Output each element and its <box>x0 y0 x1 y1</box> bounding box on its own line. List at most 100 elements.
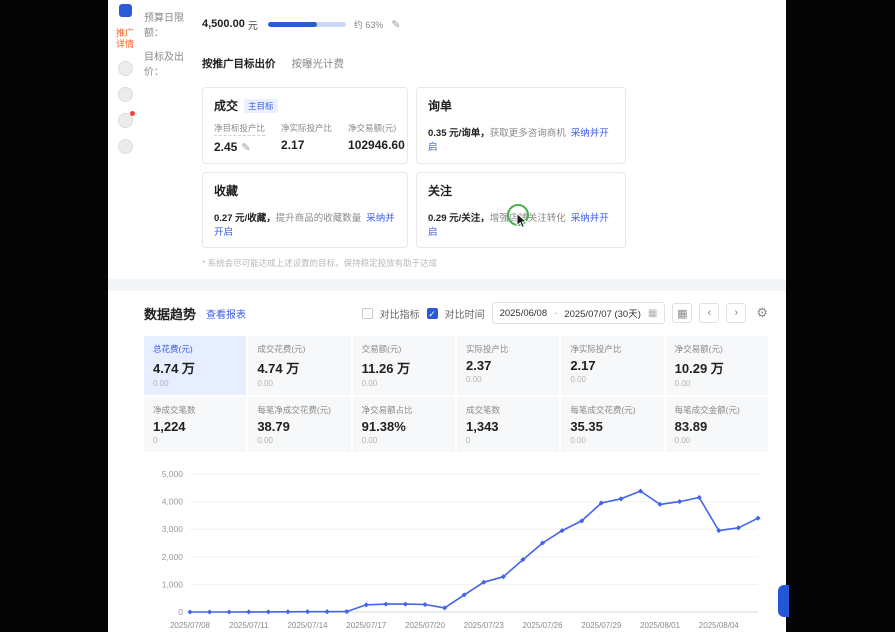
metric-tile[interactable]: 成交笔数 1,343 0 <box>457 397 560 452</box>
metric-tile-label: 净交易额(元) <box>674 344 723 354</box>
date-end: 2025/07/07 (30天) <box>564 309 641 320</box>
metric-tile-sub: 0 <box>466 436 471 445</box>
svg-text:4,000: 4,000 <box>162 497 184 507</box>
svg-text:2025/07/14: 2025/07/14 <box>287 621 328 630</box>
compare-time-checkbox[interactable]: ✓ <box>426 307 438 319</box>
metric-tile[interactable]: 交易额(元) 11.26 万 0.00 <box>352 336 455 395</box>
metric-net-gmv: 净交易额(元) 102946.60 <box>348 123 405 152</box>
metric-tile-label: 成交笔数 <box>466 405 501 415</box>
metric-tile-sub: 0.00 <box>361 379 378 388</box>
metric-tile-sub: 0.00 <box>674 436 691 445</box>
calendar-icon: ▦ <box>647 307 658 319</box>
svg-text:2025/07/11: 2025/07/11 <box>229 621 269 630</box>
metric-target-roi: 净目标投产比 2.45 ✎ <box>214 123 266 154</box>
metric-tile-value: 1,224 <box>153 419 186 434</box>
svg-text:2025/07/08: 2025/07/08 <box>170 621 211 630</box>
svg-text:2025/07/26: 2025/07/26 <box>523 621 564 630</box>
svg-text:2025/08/04: 2025/08/04 <box>699 621 740 630</box>
metric-tile[interactable]: 净成交笔数 1,224 0 <box>144 397 247 452</box>
metric-tile-value: 38.79 <box>257 419 290 434</box>
metric-tile-sub: 0.00 <box>257 379 273 388</box>
svg-text:3,000: 3,000 <box>162 524 184 534</box>
trend-chart: 0 1,000 2,000 3,000 4,000 5,000 2025/07/08 2025… <box>162 469 761 630</box>
trend-chart-wrap: 0 1,000 2,000 3,000 4,000 5,000 2025/07/08 2025… <box>144 464 768 632</box>
metric-tile-sub: 0.00 <box>570 436 586 445</box>
metric-tile[interactable]: 总花费(元) 4.74 万 0.00 <box>144 336 247 395</box>
metric-tile-label: 净交易额占比 <box>361 405 413 415</box>
metric-tile[interactable]: 成交花费(元) 4.74 万 0.00 <box>248 336 351 395</box>
svg-text:5,000: 5,000 <box>162 469 184 479</box>
metric-tile-value: 35.35 <box>570 419 603 434</box>
goal-note: * 系统会尽可能达成上述设置的目标，保持稳定投放有助于达成 <box>202 258 438 268</box>
metric-tile-sub: 0.00 <box>361 436 378 445</box>
app-icon[interactable] <box>118 4 132 17</box>
calendar-button[interactable]: ▦ <box>672 303 693 323</box>
metric-tile-sub: 0.00 <box>674 379 691 388</box>
metric-tile-label: 每笔成交金额(元) <box>674 405 740 415</box>
metric-tile-label: 每笔净成交花费(元) <box>257 405 331 415</box>
tab-goal-bidding[interactable]: 按推广目标出价 <box>202 56 276 71</box>
bidding-tabs: 按推广目标出价 按曝光计费 <box>202 56 344 71</box>
main-panel: 推广详情 预算日限额： 4,500.00 元 约 63% ✎ 目标及出价： 按推… <box>108 0 786 632</box>
metric-tile-sub: 0.00 <box>257 436 273 445</box>
main-goal-badge: 主目标 <box>244 98 278 113</box>
compare-time-label: 对比时间 <box>444 309 485 321</box>
metric-tile-label: 净成交笔数 <box>153 405 196 415</box>
bidding-label: 目标及出价： <box>144 52 184 78</box>
metric-tile-value: 1,343 <box>466 419 499 434</box>
goal-card-inquiry[interactable]: 询单 0.35 元/询单，获取更多咨询商机 采纳并开启 <box>416 87 626 164</box>
sidebar-dot-icon-1[interactable] <box>117 61 133 76</box>
sidebar-dot-icon-2[interactable] <box>117 87 133 102</box>
metric-tile[interactable]: 净实际投产比 2.17 0.00 <box>561 336 664 395</box>
svg-text:1,000: 1,000 <box>162 579 184 589</box>
svg-text:2025/07/23: 2025/07/23 <box>464 621 505 630</box>
sidebar-dot-icon-4[interactable] <box>117 139 133 154</box>
metric-actual-roi: 净实际投产比 2.17 <box>281 123 333 152</box>
chevron-left-icon: ‹ <box>707 307 712 319</box>
view-report-link[interactable]: 查看报表 <box>206 306 246 321</box>
goal-card-deal[interactable]: 成交 主目标 净目标投产比 2.45 ✎ 净实际投产比 2.17 净交易额(元)… <box>202 87 408 164</box>
compare-metric-checkbox[interactable] <box>361 307 373 319</box>
metric-tile[interactable]: 每笔成交花费(元) 35.35 0.00 <box>561 397 664 452</box>
edit-budget-icon[interactable]: ✎ <box>391 18 400 31</box>
metric-tile-value: 11.26 万 <box>361 361 411 376</box>
metric-tile-label: 交易额(元) <box>361 344 402 354</box>
next-period-button[interactable]: › <box>726 303 747 323</box>
goal-card-favorite[interactable]: 收藏 0.27 元/收藏，提升商品的收藏数量 采纳并开启 <box>202 172 408 248</box>
sidebar-item-campaign-detail[interactable]: 推广详情 <box>113 28 137 50</box>
metric-tile-value: 83.89 <box>674 419 708 434</box>
metric-tile-value: 4.74 万 <box>153 361 195 376</box>
goal-cards: 成交 主目标 净目标投产比 2.45 ✎ 净实际投产比 2.17 净交易额(元)… <box>202 87 626 248</box>
prev-period-button[interactable]: ‹ <box>699 303 720 323</box>
floating-widget[interactable] <box>778 585 789 617</box>
svg-text:0: 0 <box>178 607 183 617</box>
card-title-inquiry: 询单 <box>428 99 453 113</box>
gear-icon[interactable]: ⚙ <box>756 305 768 321</box>
budget-row: 预算日限额： 4,500.00 元 约 63% ✎ <box>144 9 768 39</box>
budget-label: 预算日限额： <box>144 13 184 39</box>
metric-tile-value: 91.38% <box>361 419 406 434</box>
metric-tile-label: 每笔成交花费(元) <box>570 405 636 415</box>
svg-text:2025/07/17: 2025/07/17 <box>346 621 387 630</box>
chevron-right-icon: › <box>734 307 739 319</box>
metric-tile-sub: 0.00 <box>466 375 482 384</box>
budget-unit: 元 <box>247 20 258 32</box>
trend-section: 数据趋势 查看报表 对比指标 ✓ 对比时间 2025/06/08 - 2025/… <box>144 291 786 632</box>
budget-progress-bar[interactable] <box>267 21 346 27</box>
edit-roi-icon[interactable]: ✎ <box>241 141 250 154</box>
metric-tile-label: 总花费(元) <box>153 344 193 354</box>
card-title-follow: 关注 <box>428 184 453 198</box>
metric-tile[interactable]: 净交易额(元) 10.29 万 0.00 <box>665 336 768 395</box>
budget-amount: 4,500.00 <box>202 18 245 30</box>
metric-tile[interactable]: 净交易额占比 91.38% 0.00 <box>352 397 455 452</box>
metric-tile-label: 净实际投产比 <box>570 344 622 354</box>
metric-tile-sub: 0.00 <box>153 379 169 388</box>
svg-text:2,000: 2,000 <box>162 552 184 562</box>
date-range-picker[interactable]: 2025/06/08 - 2025/07/07 (30天) ▦ <box>491 302 666 324</box>
metric-tile[interactable]: 每笔净成交花费(元) 38.79 0.00 <box>248 397 351 452</box>
metric-tile[interactable]: 每笔成交金额(元) 83.89 0.00 <box>665 397 768 452</box>
metric-tile[interactable]: 实际投产比 2.37 0.00 <box>457 336 560 395</box>
sidebar-dot-icon-3[interactable] <box>117 111 135 128</box>
trend-title: 数据趋势 <box>144 306 197 322</box>
tab-exposure-billing[interactable]: 按曝光计费 <box>292 56 345 71</box>
